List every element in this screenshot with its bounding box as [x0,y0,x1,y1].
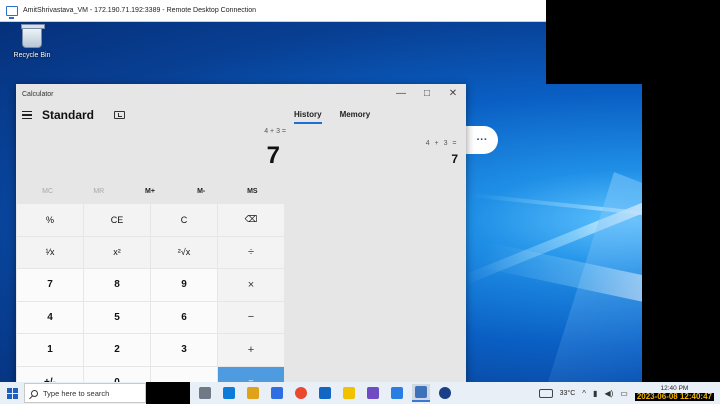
result-display: 7 [266,142,280,169]
task-view-icon[interactable] [196,384,214,402]
rdp-title: AmitShrivastava_VM - 172.190.71.192:3389… [23,7,257,14]
panel-tabs: History Memory [286,110,466,124]
calculator-titlebar[interactable]: Calculator — □ ✕ [16,84,466,104]
teams-icon[interactable] [364,384,382,402]
digit-5-button[interactable]: 5 [84,301,150,333]
backspace-button[interactable]: ⌫ [218,204,284,236]
digit-1-button[interactable]: 1 [17,334,83,366]
microphone-icon[interactable]: ▮ [593,389,597,398]
edge-icon[interactable] [220,384,238,402]
reciprocal-button[interactable]: ¹⁄x [17,236,83,268]
minimize-button[interactable]: — [388,84,414,104]
hamburger-menu-icon[interactable] [22,109,32,121]
square-button[interactable]: x² [84,236,150,268]
subtract-button[interactable]: − [218,301,284,333]
clock[interactable]: 12:40 PM 2023-06-08 12:40:47 [634,385,714,401]
expression-text: 4 + 3 = [264,128,286,135]
digit-8-button[interactable]: 8 [84,269,150,301]
recycle-bin-icon [21,24,45,48]
keypad: % CE C ⌫ ¹⁄x x² ²√x ÷ 7 8 9 × 4 5 6 − 1 … [17,204,284,382]
close-button[interactable]: ✕ [440,84,466,104]
maximize-button[interactable]: □ [414,84,440,104]
history-item-result[interactable]: 7 [451,152,458,166]
system-tray: 33°C ^ ▮ ◀) ▭ 12:40 PM 2023-06-08 12:40:… [538,385,720,401]
taskbar-search[interactable]: Type here to search [24,383,146,403]
outlook-icon[interactable] [316,384,334,402]
digit-0-button[interactable]: 0 [84,366,150,382]
digit-4-button[interactable]: 4 [17,301,83,333]
mode-label: Standard [42,108,95,122]
recycle-bin-label: Recycle Bin [13,52,51,59]
digit-9-button[interactable]: 9 [151,269,217,301]
calculator-title: Calculator [22,90,54,98]
chrome-icon[interactable] [292,384,310,402]
digit-2-button[interactable]: 2 [84,334,150,366]
decimal-button[interactable]: . [151,366,217,382]
file-explorer-icon[interactable] [244,384,262,402]
vscode-icon[interactable] [388,384,406,402]
speaker-icon[interactable]: ◀) [604,389,613,398]
tab-memory[interactable]: Memory [340,110,371,124]
clock-date: 2023-06-08 12:40:47 [634,392,714,401]
memory-row: MC MR M+ M- MS [16,188,284,195]
network-icon[interactable]: ▭ [620,389,628,398]
pinned-apps [196,384,454,402]
memory-add-button[interactable]: M+ [130,188,170,195]
monitor-icon [6,5,18,19]
rdp-titlebar[interactable]: AmitShrivastava_VM - 172.190.71.192:3389… [0,0,546,22]
temperature[interactable]: 33°C [560,390,576,397]
calculator-window: Calculator — □ ✕ Standard 4 + 3 = 7 MC M… [16,84,466,382]
divide-button[interactable]: ÷ [218,236,284,268]
clear-button[interactable]: C [151,204,217,236]
blackout-region [546,0,720,84]
zoom-icon[interactable] [436,384,454,402]
sticky-notes-icon[interactable] [340,384,358,402]
windows-logo-icon [6,387,18,399]
weather-icon[interactable] [538,388,553,398]
recycle-bin-shortcut[interactable]: Recycle Bin [12,24,52,59]
tab-history[interactable]: History [294,110,322,124]
memory-subtract-button[interactable]: M- [181,188,221,195]
taskbar: Type here to search 33°C ^ ▮ ◀) ▭ 12:40 … [0,382,720,404]
remote-desktop-icon[interactable] [412,384,430,402]
negate-button[interactable]: +/- [17,366,83,382]
blackout-region [146,382,190,404]
chevron-up-icon[interactable]: ^ [582,389,586,398]
mode-header: Standard [16,104,126,126]
store-icon[interactable] [268,384,286,402]
memory-store-button[interactable]: MS [232,188,272,195]
search-placeholder: Type here to search [43,388,110,398]
search-icon [31,389,38,397]
start-button[interactable] [0,387,24,399]
clear-entry-button[interactable]: CE [84,204,150,236]
add-button[interactable]: + [218,334,284,366]
history-panel: History Memory 4 + 3 = 7 [286,104,466,382]
percent-button[interactable]: % [17,204,83,236]
equals-button[interactable]: = [218,366,284,382]
multiply-button[interactable]: × [218,269,284,301]
keep-on-top-icon[interactable] [114,111,126,119]
square-root-button[interactable]: ²√x [151,236,217,268]
digit-3-button[interactable]: 3 [151,334,217,366]
memory-clear-button[interactable]: MC [28,188,68,195]
memory-recall-button[interactable]: MR [79,188,119,195]
digit-6-button[interactable]: 6 [151,301,217,333]
history-item-expression[interactable]: 4 + 3 = [426,140,458,147]
more-options-pill[interactable]: ··· [466,126,498,154]
digit-7-button[interactable]: 7 [17,269,83,301]
